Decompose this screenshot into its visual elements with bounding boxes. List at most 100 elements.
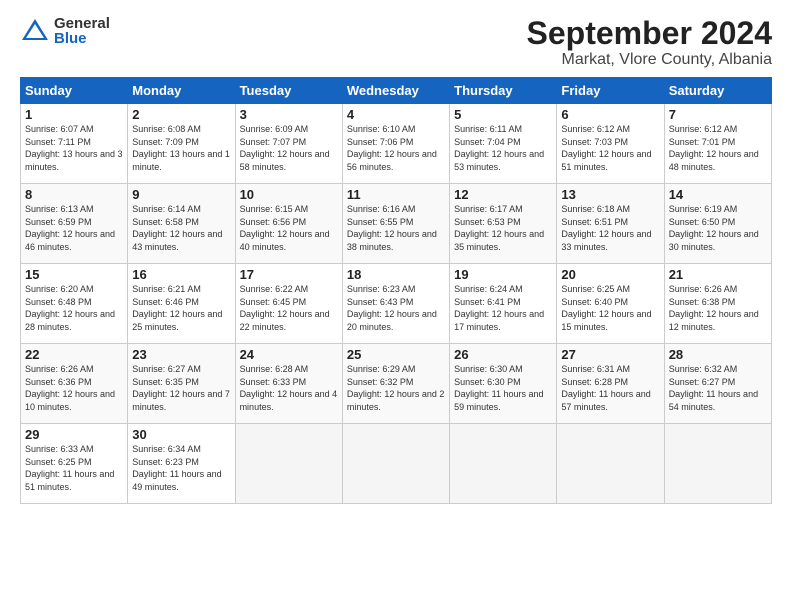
day-number: 21 [669,267,767,282]
calendar-row: 29Sunrise: 6:33 AM Sunset: 6:25 PM Dayli… [21,424,772,504]
calendar-header-row: Sunday Monday Tuesday Wednesday Thursday… [21,78,772,104]
day-info: Sunrise: 6:16 AM Sunset: 6:55 PM Dayligh… [347,203,445,253]
day-number: 23 [132,347,230,362]
table-row [450,424,557,504]
day-info: Sunrise: 6:15 AM Sunset: 6:56 PM Dayligh… [240,203,338,253]
day-info: Sunrise: 6:21 AM Sunset: 6:46 PM Dayligh… [132,283,230,333]
header: General Blue September 2024 Markat, Vlor… [20,16,772,69]
table-row: 7Sunrise: 6:12 AM Sunset: 7:01 PM Daylig… [664,104,771,184]
day-number: 30 [132,427,230,442]
table-row: 17Sunrise: 6:22 AM Sunset: 6:45 PM Dayli… [235,264,342,344]
calendar-table: Sunday Monday Tuesday Wednesday Thursday… [20,77,772,504]
table-row: 13Sunrise: 6:18 AM Sunset: 6:51 PM Dayli… [557,184,664,264]
table-row [342,424,449,504]
day-number: 24 [240,347,338,362]
day-number: 10 [240,187,338,202]
table-row: 10Sunrise: 6:15 AM Sunset: 6:56 PM Dayli… [235,184,342,264]
day-info: Sunrise: 6:26 AM Sunset: 6:36 PM Dayligh… [25,363,123,413]
col-monday: Monday [128,78,235,104]
day-number: 7 [669,107,767,122]
calendar-row: 15Sunrise: 6:20 AM Sunset: 6:48 PM Dayli… [21,264,772,344]
day-number: 29 [25,427,123,442]
day-info: Sunrise: 6:34 AM Sunset: 6:23 PM Dayligh… [132,443,230,493]
calendar-row: 22Sunrise: 6:26 AM Sunset: 6:36 PM Dayli… [21,344,772,424]
table-row: 12Sunrise: 6:17 AM Sunset: 6:53 PM Dayli… [450,184,557,264]
table-row: 3Sunrise: 6:09 AM Sunset: 7:07 PM Daylig… [235,104,342,184]
table-row: 26Sunrise: 6:30 AM Sunset: 6:30 PM Dayli… [450,344,557,424]
table-row: 2Sunrise: 6:08 AM Sunset: 7:09 PM Daylig… [128,104,235,184]
calendar-row: 8Sunrise: 6:13 AM Sunset: 6:59 PM Daylig… [21,184,772,264]
day-number: 17 [240,267,338,282]
table-row: 1Sunrise: 6:07 AM Sunset: 7:11 PM Daylig… [21,104,128,184]
day-number: 14 [669,187,767,202]
table-row: 6Sunrise: 6:12 AM Sunset: 7:03 PM Daylig… [557,104,664,184]
day-info: Sunrise: 6:13 AM Sunset: 6:59 PM Dayligh… [25,203,123,253]
day-number: 27 [561,347,659,362]
day-info: Sunrise: 6:14 AM Sunset: 6:58 PM Dayligh… [132,203,230,253]
table-row: 24Sunrise: 6:28 AM Sunset: 6:33 PM Dayli… [235,344,342,424]
day-info: Sunrise: 6:25 AM Sunset: 6:40 PM Dayligh… [561,283,659,333]
col-friday: Friday [557,78,664,104]
day-number: 3 [240,107,338,122]
logo-blue: Blue [54,31,110,46]
table-row: 18Sunrise: 6:23 AM Sunset: 6:43 PM Dayli… [342,264,449,344]
day-number: 18 [347,267,445,282]
col-thursday: Thursday [450,78,557,104]
col-wednesday: Wednesday [342,78,449,104]
logo-general: General [54,16,110,31]
day-number: 12 [454,187,552,202]
table-row: 16Sunrise: 6:21 AM Sunset: 6:46 PM Dayli… [128,264,235,344]
table-row: 4Sunrise: 6:10 AM Sunset: 7:06 PM Daylig… [342,104,449,184]
day-number: 16 [132,267,230,282]
table-row [664,424,771,504]
day-info: Sunrise: 6:33 AM Sunset: 6:25 PM Dayligh… [25,443,123,493]
day-info: Sunrise: 6:11 AM Sunset: 7:04 PM Dayligh… [454,123,552,173]
logo-icon [20,16,50,46]
day-number: 2 [132,107,230,122]
day-number: 13 [561,187,659,202]
table-row: 28Sunrise: 6:32 AM Sunset: 6:27 PM Dayli… [664,344,771,424]
table-row: 21Sunrise: 6:26 AM Sunset: 6:38 PM Dayli… [664,264,771,344]
table-row: 15Sunrise: 6:20 AM Sunset: 6:48 PM Dayli… [21,264,128,344]
day-info: Sunrise: 6:31 AM Sunset: 6:28 PM Dayligh… [561,363,659,413]
table-row: 9Sunrise: 6:14 AM Sunset: 6:58 PM Daylig… [128,184,235,264]
day-info: Sunrise: 6:07 AM Sunset: 7:11 PM Dayligh… [25,123,123,173]
table-row: 23Sunrise: 6:27 AM Sunset: 6:35 PM Dayli… [128,344,235,424]
table-row: 30Sunrise: 6:34 AM Sunset: 6:23 PM Dayli… [128,424,235,504]
day-number: 26 [454,347,552,362]
day-info: Sunrise: 6:12 AM Sunset: 7:01 PM Dayligh… [669,123,767,173]
col-tuesday: Tuesday [235,78,342,104]
day-number: 20 [561,267,659,282]
day-number: 5 [454,107,552,122]
day-info: Sunrise: 6:19 AM Sunset: 6:50 PM Dayligh… [669,203,767,253]
day-number: 4 [347,107,445,122]
logo-text: General Blue [54,16,110,46]
day-number: 1 [25,107,123,122]
table-row: 5Sunrise: 6:11 AM Sunset: 7:04 PM Daylig… [450,104,557,184]
table-row: 8Sunrise: 6:13 AM Sunset: 6:59 PM Daylig… [21,184,128,264]
day-info: Sunrise: 6:29 AM Sunset: 6:32 PM Dayligh… [347,363,445,413]
day-info: Sunrise: 6:32 AM Sunset: 6:27 PM Dayligh… [669,363,767,413]
day-info: Sunrise: 6:12 AM Sunset: 7:03 PM Dayligh… [561,123,659,173]
day-info: Sunrise: 6:10 AM Sunset: 7:06 PM Dayligh… [347,123,445,173]
day-info: Sunrise: 6:20 AM Sunset: 6:48 PM Dayligh… [25,283,123,333]
table-row: 14Sunrise: 6:19 AM Sunset: 6:50 PM Dayli… [664,184,771,264]
table-row: 27Sunrise: 6:31 AM Sunset: 6:28 PM Dayli… [557,344,664,424]
table-row: 29Sunrise: 6:33 AM Sunset: 6:25 PM Dayli… [21,424,128,504]
table-row [557,424,664,504]
day-info: Sunrise: 6:27 AM Sunset: 6:35 PM Dayligh… [132,363,230,413]
day-number: 28 [669,347,767,362]
table-row: 25Sunrise: 6:29 AM Sunset: 6:32 PM Dayli… [342,344,449,424]
day-number: 15 [25,267,123,282]
day-info: Sunrise: 6:24 AM Sunset: 6:41 PM Dayligh… [454,283,552,333]
calendar-row: 1Sunrise: 6:07 AM Sunset: 7:11 PM Daylig… [21,104,772,184]
day-info: Sunrise: 6:28 AM Sunset: 6:33 PM Dayligh… [240,363,338,413]
day-info: Sunrise: 6:30 AM Sunset: 6:30 PM Dayligh… [454,363,552,413]
table-row: 11Sunrise: 6:16 AM Sunset: 6:55 PM Dayli… [342,184,449,264]
day-number: 11 [347,187,445,202]
day-info: Sunrise: 6:08 AM Sunset: 7:09 PM Dayligh… [132,123,230,173]
day-number: 19 [454,267,552,282]
day-number: 8 [25,187,123,202]
title-section: September 2024 Markat, Vlore County, Alb… [527,16,772,69]
day-info: Sunrise: 6:09 AM Sunset: 7:07 PM Dayligh… [240,123,338,173]
